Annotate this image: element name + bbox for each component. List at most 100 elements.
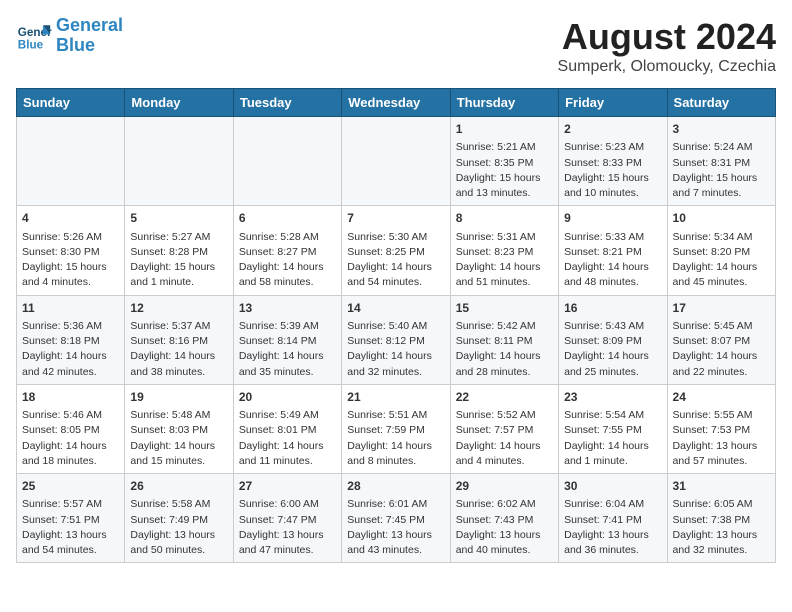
- month-year: August 2024: [558, 16, 776, 58]
- calendar-cell: 12 Sunrise: 5:37 AM Sunset: 8:16 PM Dayli…: [125, 295, 233, 384]
- week-row-4: 18Sunrise: 5:46 AM Sunset: 8:05 PM Dayli…: [17, 384, 776, 473]
- day-number: 30: [564, 478, 661, 495]
- day-content: Sunrise: 5:58 AM Sunset: 7:49 PM Dayligh…: [130, 497, 227, 558]
- calendar-header: SundayMondayTuesdayWednesdayThursdayFrid…: [17, 89, 776, 117]
- calendar-cell: 1 Sunrise: 5:21 AM Sunset: 8:35 PM Daylig…: [450, 117, 558, 206]
- calendar-cell: 9Sunrise: 5:33 AM Sunset: 8:21 PM Daylig…: [559, 206, 667, 295]
- calendar-cell: 7 Sunrise: 5:30 AM Sunset: 8:25 PM Daylig…: [342, 206, 450, 295]
- header-day-saturday: Saturday: [667, 89, 775, 117]
- day-content: Sunrise: 5:49 AM Sunset: 8:01 PM Dayligh…: [239, 408, 336, 469]
- day-number: 18: [22, 389, 119, 406]
- calendar-cell: [17, 117, 125, 206]
- logo-text: General Blue: [56, 16, 123, 56]
- day-number: 3: [673, 121, 770, 138]
- logo-line1: General: [56, 15, 123, 35]
- calendar-cell: [342, 117, 450, 206]
- calendar-table: SundayMondayTuesdayWednesdayThursdayFrid…: [16, 88, 776, 563]
- day-content: Sunrise: 5:26 AM Sunset: 8:30 PM Dayligh…: [22, 230, 119, 291]
- calendar-cell: 4Sunrise: 5:26 AM Sunset: 8:30 PM Daylig…: [17, 206, 125, 295]
- header-day-sunday: Sunday: [17, 89, 125, 117]
- day-content: Sunrise: 5:51 AM Sunset: 7:59 PM Dayligh…: [347, 408, 444, 469]
- day-content: Sunrise: 5:39 AM Sunset: 8:14 PM Dayligh…: [239, 319, 336, 380]
- calendar-cell: 16 Sunrise: 5:43 AM Sunset: 8:09 PM Dayli…: [559, 295, 667, 384]
- day-content: Sunrise: 5:48 AM Sunset: 8:03 PM Dayligh…: [130, 408, 227, 469]
- day-content: Sunrise: 5:57 AM Sunset: 7:51 PM Dayligh…: [22, 497, 119, 558]
- day-content: Sunrise: 5:36 AM Sunset: 8:18 PM Dayligh…: [22, 319, 119, 380]
- day-number: 29: [456, 478, 553, 495]
- calendar-cell: 27Sunrise: 6:00 AM Sunset: 7:47 PM Dayli…: [233, 474, 341, 563]
- day-number: 15: [456, 300, 553, 317]
- calendar-cell: 18Sunrise: 5:46 AM Sunset: 8:05 PM Dayli…: [17, 384, 125, 473]
- header-day-tuesday: Tuesday: [233, 89, 341, 117]
- day-content: Sunrise: 5:28 AM Sunset: 8:27 PM Dayligh…: [239, 230, 336, 291]
- day-number: 1: [456, 121, 553, 138]
- header-day-thursday: Thursday: [450, 89, 558, 117]
- day-number: 10: [673, 210, 770, 227]
- day-number: 23: [564, 389, 661, 406]
- calendar-cell: 24 Sunrise: 5:55 AM Sunset: 7:53 PM Dayli…: [667, 384, 775, 473]
- week-row-3: 11 Sunrise: 5:36 AM Sunset: 8:18 PM Dayli…: [17, 295, 776, 384]
- header-day-wednesday: Wednesday: [342, 89, 450, 117]
- calendar-cell: 22Sunrise: 5:52 AM Sunset: 7:57 PM Dayli…: [450, 384, 558, 473]
- day-content: Sunrise: 5:37 AM Sunset: 8:16 PM Dayligh…: [130, 319, 227, 380]
- day-number: 19: [130, 389, 227, 406]
- calendar-cell: 17Sunrise: 5:45 AM Sunset: 8:07 PM Dayli…: [667, 295, 775, 384]
- calendar-body: 1 Sunrise: 5:21 AM Sunset: 8:35 PM Daylig…: [17, 117, 776, 563]
- calendar-cell: 10 Sunrise: 5:34 AM Sunset: 8:20 PM Dayli…: [667, 206, 775, 295]
- calendar-cell: 5Sunrise: 5:27 AM Sunset: 8:28 PM Daylig…: [125, 206, 233, 295]
- logo-line2: Blue: [56, 35, 95, 55]
- day-content: Sunrise: 5:45 AM Sunset: 8:07 PM Dayligh…: [673, 319, 770, 380]
- day-number: 22: [456, 389, 553, 406]
- calendar-cell: [125, 117, 233, 206]
- calendar-cell: 26 Sunrise: 5:58 AM Sunset: 7:49 PM Dayli…: [125, 474, 233, 563]
- week-row-1: 1 Sunrise: 5:21 AM Sunset: 8:35 PM Daylig…: [17, 117, 776, 206]
- day-number: 25: [22, 478, 119, 495]
- day-content: Sunrise: 5:30 AM Sunset: 8:25 PM Dayligh…: [347, 230, 444, 291]
- location: Sumperk, Olomoucky, Czechia: [558, 58, 776, 76]
- day-number: 8: [456, 210, 553, 227]
- day-content: Sunrise: 5:54 AM Sunset: 7:55 PM Dayligh…: [564, 408, 661, 469]
- logo: General Blue General Blue: [16, 16, 123, 56]
- day-content: Sunrise: 5:23 AM Sunset: 8:33 PM Dayligh…: [564, 140, 661, 201]
- day-content: Sunrise: 5:55 AM Sunset: 7:53 PM Dayligh…: [673, 408, 770, 469]
- day-content: Sunrise: 5:21 AM Sunset: 8:35 PM Dayligh…: [456, 140, 553, 201]
- day-number: 26: [130, 478, 227, 495]
- day-number: 2: [564, 121, 661, 138]
- day-number: 14: [347, 300, 444, 317]
- day-number: 12: [130, 300, 227, 317]
- calendar-cell: 8 Sunrise: 5:31 AM Sunset: 8:23 PM Daylig…: [450, 206, 558, 295]
- day-content: Sunrise: 6:04 AM Sunset: 7:41 PM Dayligh…: [564, 497, 661, 558]
- day-content: Sunrise: 5:42 AM Sunset: 8:11 PM Dayligh…: [456, 319, 553, 380]
- week-row-5: 25 Sunrise: 5:57 AM Sunset: 7:51 PM Dayli…: [17, 474, 776, 563]
- header-day-monday: Monday: [125, 89, 233, 117]
- day-number: 5: [130, 210, 227, 227]
- calendar-cell: 15 Sunrise: 5:42 AM Sunset: 8:11 PM Dayli…: [450, 295, 558, 384]
- day-number: 7: [347, 210, 444, 227]
- calendar-cell: 3 Sunrise: 5:24 AM Sunset: 8:31 PM Daylig…: [667, 117, 775, 206]
- calendar-cell: 30 Sunrise: 6:04 AM Sunset: 7:41 PM Dayli…: [559, 474, 667, 563]
- day-number: 27: [239, 478, 336, 495]
- day-number: 20: [239, 389, 336, 406]
- day-content: Sunrise: 5:43 AM Sunset: 8:09 PM Dayligh…: [564, 319, 661, 380]
- calendar-cell: 29Sunrise: 6:02 AM Sunset: 7:43 PM Dayli…: [450, 474, 558, 563]
- day-number: 13: [239, 300, 336, 317]
- day-content: Sunrise: 6:01 AM Sunset: 7:45 PM Dayligh…: [347, 497, 444, 558]
- day-content: Sunrise: 5:24 AM Sunset: 8:31 PM Dayligh…: [673, 140, 770, 201]
- calendar-cell: 2 Sunrise: 5:23 AM Sunset: 8:33 PM Daylig…: [559, 117, 667, 206]
- day-number: 11: [22, 300, 119, 317]
- day-content: Sunrise: 5:34 AM Sunset: 8:20 PM Dayligh…: [673, 230, 770, 291]
- calendar-cell: 13 Sunrise: 5:39 AM Sunset: 8:14 PM Dayli…: [233, 295, 341, 384]
- page-header: General Blue General Blue August 2024 Su…: [16, 16, 776, 76]
- day-number: 31: [673, 478, 770, 495]
- svg-text:Blue: Blue: [18, 38, 44, 51]
- day-number: 28: [347, 478, 444, 495]
- calendar-cell: 31Sunrise: 6:05 AM Sunset: 7:38 PM Dayli…: [667, 474, 775, 563]
- week-row-2: 4Sunrise: 5:26 AM Sunset: 8:30 PM Daylig…: [17, 206, 776, 295]
- day-number: 9: [564, 210, 661, 227]
- day-content: Sunrise: 5:31 AM Sunset: 8:23 PM Dayligh…: [456, 230, 553, 291]
- day-number: 24: [673, 389, 770, 406]
- calendar-cell: 20 Sunrise: 5:49 AM Sunset: 8:01 PM Dayli…: [233, 384, 341, 473]
- calendar-cell: 19 Sunrise: 5:48 AM Sunset: 8:03 PM Dayli…: [125, 384, 233, 473]
- calendar-cell: 21Sunrise: 5:51 AM Sunset: 7:59 PM Dayli…: [342, 384, 450, 473]
- day-number: 16: [564, 300, 661, 317]
